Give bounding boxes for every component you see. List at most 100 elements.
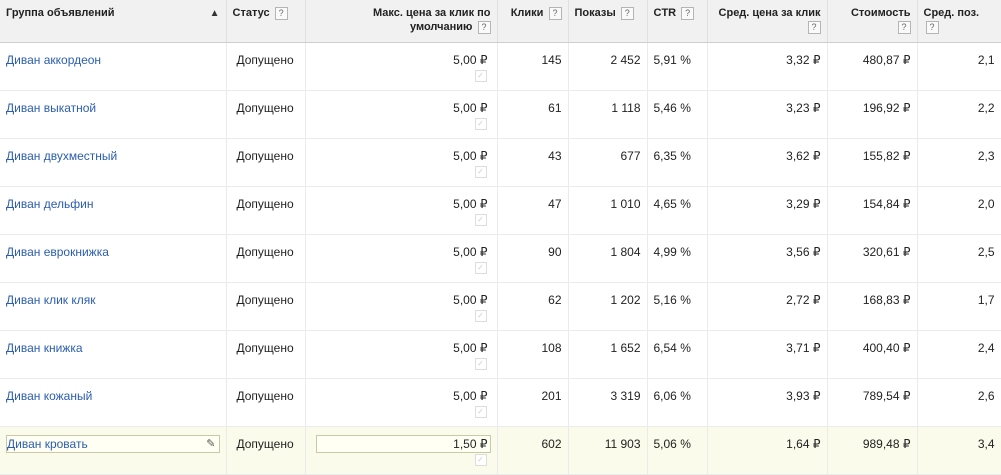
ad-group-link[interactable]: Диван выкатной [6,101,96,115]
table-row: Диван книжка Допущено 5,00 ₽ ✓ 108 1 652 … [0,330,1001,379]
avg-cpc-cell: 3,93 ₽ [707,378,828,427]
help-icon[interactable]: ? [925,20,939,34]
status-cell: Допущено [226,234,306,283]
help-icon[interactable]: ? [807,20,821,34]
status-cell: Допущено [226,330,306,379]
max-cpc-cell[interactable]: 5,00 ₽ ✓ [305,42,498,91]
col-header-group[interactable]: ▲ Группа объявлений [0,0,227,43]
group-cell: Диван аккордеон [0,42,227,91]
help-icon[interactable]: ? [274,6,288,20]
ctr-cell: 5,06 % [647,426,708,475]
impressions-cell: 1 202 [568,282,648,331]
avg-cpc-cell: 1,64 ₽ [707,426,828,475]
cost-cell: 320,61 ₽ [827,234,918,283]
avg-cpc-cell: 3,56 ₽ [707,234,828,283]
impressions-cell: 1 010 [568,186,648,235]
group-cell: Диван выкатной [0,90,227,139]
checkbox-icon[interactable]: ✓ [474,357,487,370]
clicks-cell: 90 [497,234,569,283]
cost-cell: 480,87 ₽ [827,42,918,91]
impressions-cell: 1 804 [568,234,648,283]
ad-group-link[interactable]: Диван книжка [6,341,83,355]
checkbox-icon[interactable]: ✓ [474,405,487,418]
max-cpc-input[interactable]: 1,50 ₽ [315,434,491,453]
ctr-cell: 4,65 % [647,186,708,235]
ad-group-link[interactable]: Диван кровать [7,437,88,451]
col-header-impressions[interactable]: Показы ? [568,0,648,43]
ad-group-link[interactable]: Диван аккордеон [6,53,101,67]
col-header-status[interactable]: Статус ? [226,0,306,43]
col-header-clicks[interactable]: Клики ? [497,0,569,43]
max-cpc-cell[interactable]: 5,00 ₽ ✓ [305,378,498,427]
help-icon[interactable]: ? [548,6,562,20]
max-cpc-cell[interactable]: 5,00 ₽ ✓ [305,186,498,235]
cost-cell: 789,54 ₽ [827,378,918,427]
checkbox-icon[interactable]: ✓ [474,309,487,322]
avg-cpc-cell: 3,23 ₽ [707,90,828,139]
group-cell: Диван клик кляк [0,282,227,331]
checkbox-icon[interactable]: ✓ [474,213,487,226]
checkbox-icon[interactable]: ✓ [474,165,487,178]
group-cell: Диван еврокнижка [0,234,227,283]
help-icon[interactable]: ? [681,6,695,20]
status-cell: Допущено [226,42,306,91]
table-row: Диван дельфин Допущено 5,00 ₽ ✓ 47 1 010 … [0,186,1001,235]
col-header-ctr[interactable]: CTR ? [647,0,708,43]
avg-pos-cell: 2,6 [917,378,1001,427]
status-cell: Допущено [226,282,306,331]
avg-pos-cell: 2,5 [917,234,1001,283]
status-cell: Допущено [226,378,306,427]
table-row: Диван кожаный Допущено 5,00 ₽ ✓ 201 3 319… [0,378,1001,427]
checkbox-icon[interactable]: ✓ [474,117,487,130]
avg-pos-cell: 2,4 [917,330,1001,379]
avg-pos-cell: 2,1 [917,42,1001,91]
max-cpc-cell[interactable]: 5,00 ₽ ✓ [305,234,498,283]
table-row: Диван двухместный Допущено 5,00 ₽ ✓ 43 67… [0,138,1001,187]
max-cpc-cell[interactable]: 5,00 ₽ ✓ [305,90,498,139]
ctr-cell: 5,46 % [647,90,708,139]
avg-cpc-cell: 3,71 ₽ [707,330,828,379]
help-icon[interactable]: ? [620,6,634,20]
checkbox-icon[interactable]: ✓ [474,69,487,82]
ad-groups-table: ▲ Группа объявлений Статус ? Макс. цена … [0,0,1001,475]
status-cell: Допущено [226,90,306,139]
col-header-avg-cpc[interactable]: Сред. цена за клик ? [707,0,828,43]
avg-pos-cell: 3,4 [917,426,1001,475]
group-cell: Диван книжка [0,330,227,379]
table-row: Диван еврокнижка Допущено 5,00 ₽ ✓ 90 1 8… [0,234,1001,283]
max-cpc-cell[interactable]: 5,00 ₽ ✓ [305,138,498,187]
ctr-cell: 5,91 % [647,42,708,91]
ctr-cell: 6,06 % [647,378,708,427]
ctr-cell: 5,16 % [647,282,708,331]
checkbox-icon[interactable]: ✓ [474,261,487,274]
ad-group-link[interactable]: Диван дельфин [6,197,93,211]
help-icon[interactable]: ? [477,20,491,34]
avg-pos-cell: 2,2 [917,90,1001,139]
cost-cell: 168,83 ₽ [827,282,918,331]
cost-cell: 400,40 ₽ [827,330,918,379]
pencil-icon[interactable]: ✎ [206,436,215,452]
impressions-cell: 1 652 [568,330,648,379]
ad-group-link[interactable]: Диван кожаный [6,389,92,403]
clicks-cell: 108 [497,330,569,379]
ad-group-link[interactable]: Диван клик кляк [6,293,96,307]
ad-group-name-editor[interactable]: Диван кровать ✎ [6,434,220,453]
table-row: Диван аккордеон Допущено 5,00 ₽ ✓ 145 2 4… [0,42,1001,91]
ctr-cell: 4,99 % [647,234,708,283]
col-header-max-cpc[interactable]: Макс. цена за клик по умолчанию ? [305,0,498,43]
col-header-avg-pos[interactable]: Сред. поз. ? [917,0,1001,43]
max-cpc-cell[interactable]: 5,00 ₽ ✓ [305,330,498,379]
avg-cpc-cell: 3,62 ₽ [707,138,828,187]
sort-arrow-icon[interactable]: ▲ [210,7,220,21]
ctr-cell: 6,54 % [647,330,708,379]
ad-group-link[interactable]: Диван еврокнижка [6,245,109,259]
status-cell: Допущено [226,138,306,187]
cost-cell: 989,48 ₽ [827,426,918,475]
ad-group-link[interactable]: Диван двухместный [6,149,117,163]
impressions-cell: 677 [568,138,648,187]
cost-cell: 154,84 ₽ [827,186,918,235]
max-cpc-cell[interactable]: 1,50 ₽ ✓ [305,426,498,475]
max-cpc-cell[interactable]: 5,00 ₽ ✓ [305,282,498,331]
col-header-cost[interactable]: Стоимость ? [827,0,918,43]
help-icon[interactable]: ? [897,20,911,34]
